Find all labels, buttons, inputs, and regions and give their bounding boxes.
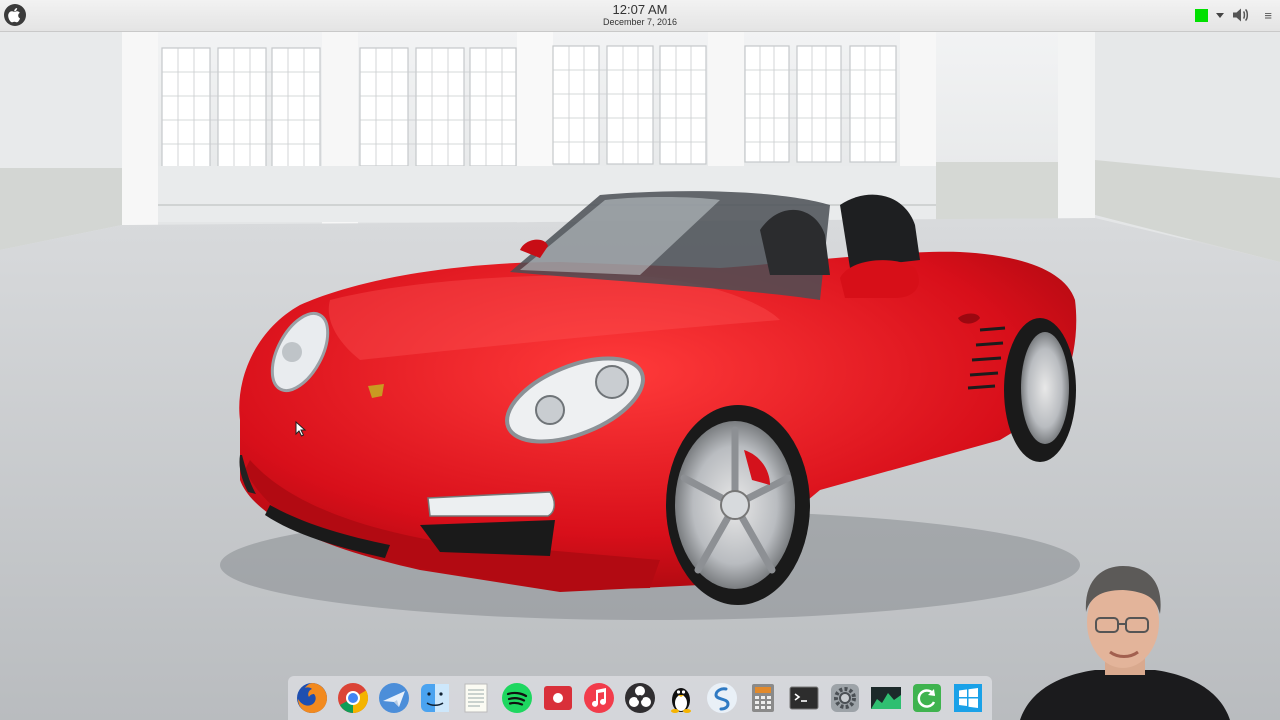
simplenote-icon[interactable] bbox=[704, 680, 741, 717]
mail-icon[interactable] bbox=[376, 680, 413, 717]
clock-time: 12:07 AM bbox=[612, 2, 668, 17]
dock bbox=[288, 676, 992, 720]
calculator-icon[interactable] bbox=[745, 680, 782, 717]
notes-icon[interactable] bbox=[458, 680, 495, 717]
gear-icon[interactable] bbox=[827, 680, 864, 717]
apple-icon[interactable] bbox=[4, 4, 26, 26]
top-panel: 12:07 AM December 7, 2016 ≡ bbox=[0, 0, 1280, 32]
monitor-graph-icon[interactable] bbox=[868, 680, 905, 717]
menu-icon[interactable]: ≡ bbox=[1264, 8, 1272, 23]
terminal-icon[interactable] bbox=[786, 680, 823, 717]
mouse-cursor-icon bbox=[295, 421, 307, 437]
finder-icon[interactable] bbox=[417, 680, 454, 717]
clock[interactable]: 12:07 AM December 7, 2016 bbox=[540, 2, 740, 28]
record-icon[interactable] bbox=[540, 680, 577, 717]
firefox-icon[interactable] bbox=[294, 680, 331, 717]
chrome-icon[interactable] bbox=[335, 680, 372, 717]
green-status-icon[interactable] bbox=[1195, 8, 1209, 22]
obs-icon[interactable] bbox=[622, 680, 659, 717]
refresh-icon[interactable] bbox=[909, 680, 946, 717]
music-icon[interactable] bbox=[581, 680, 618, 717]
presenter-webcam bbox=[1020, 566, 1230, 720]
windows-icon[interactable] bbox=[950, 680, 987, 717]
clock-date: December 7, 2016 bbox=[602, 17, 678, 27]
tux-icon[interactable] bbox=[663, 680, 700, 717]
volume-icon[interactable] bbox=[1232, 7, 1250, 23]
chevron-down-icon[interactable] bbox=[1216, 12, 1225, 18]
spotify-icon[interactable] bbox=[499, 680, 536, 717]
system-tray: ≡ bbox=[1195, 5, 1272, 25]
